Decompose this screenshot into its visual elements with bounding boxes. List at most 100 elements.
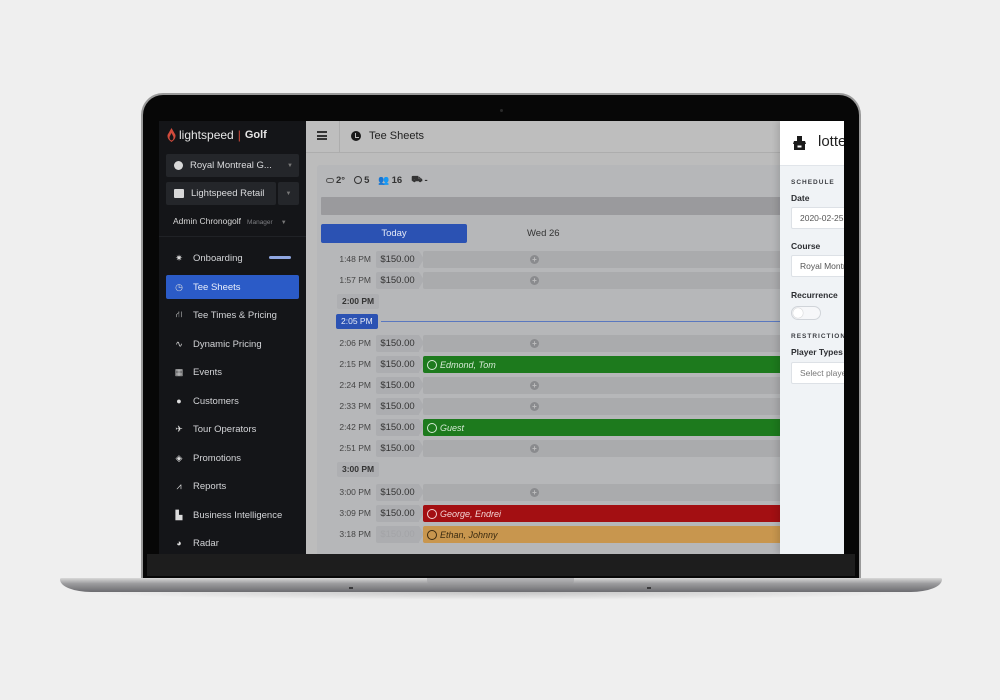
sidebar-item-business-intelligence[interactable]: ▙ Business Intelligence [166, 503, 299, 527]
laptop-notch [427, 578, 574, 586]
booking-status-icon [427, 508, 437, 519]
chevron-down-icon: ▼ [285, 190, 292, 197]
tee-time-price: $150.00 [376, 272, 424, 289]
store-selector-label: Lightspeed Retail [191, 188, 265, 199]
chevron-down-icon: ▼ [280, 220, 287, 226]
tee-time-row[interactable]: 2:33 PM $150.00 + [317, 398, 844, 415]
tab-today[interactable]: Today [321, 224, 467, 243]
current-time-label: 2:05 PM [336, 314, 378, 329]
store-selector[interactable]: Lightspeed Retail [166, 182, 276, 205]
sidebar-item-label: Customers [193, 395, 239, 407]
booking-status-icon [427, 529, 437, 540]
tab-wed-26[interactable]: Wed 26 [527, 228, 560, 239]
tee-time-price: $150.00 [376, 377, 424, 394]
stats-bar: 2° 5 👥 16 ⛟ - [326, 174, 428, 186]
sidebar: lightspeed | Golf Royal Montreal G... ▼ … [159, 121, 306, 554]
logo[interactable]: lightspeed | Golf [167, 128, 267, 142]
user-menu[interactable]: Admin Chronogolf Manager ▼ [173, 216, 287, 226]
players-count: 16 [391, 174, 403, 186]
sidebar-item-dynamic-pricing[interactable]: ∿ Dynamic Pricing [166, 332, 299, 356]
ballot-box-icon [793, 136, 806, 150]
sidebar-item-label: Events [193, 366, 223, 378]
tee-time-row[interactable]: 1:57 PM $150.00 + [317, 272, 844, 289]
tee-time-row[interactable]: 2:24 PM $150.00 + [317, 377, 844, 394]
sidebar-item-promotions[interactable]: ◈ Promotions [166, 446, 299, 470]
hamburger-menu-icon[interactable] [317, 131, 327, 140]
restrictions-heading: RESTRICTIONS [791, 333, 844, 340]
laptop-shadow [70, 592, 932, 600]
booking-name: Guest [440, 422, 465, 433]
pie-icon: ◕ [176, 538, 182, 548]
divider [159, 236, 306, 237]
tee-time-row[interactable]: 3:09 PM $150.00 George, Endrei [317, 505, 844, 522]
tee-time-row[interactable]: 1:48 PM $150.00 + [317, 251, 844, 268]
course-select[interactable]: Royal Montreal Golf Club [791, 255, 844, 277]
store-dropdown-button[interactable]: ▼ [278, 182, 299, 205]
course-selector-label: Royal Montreal G... [190, 160, 272, 171]
filter-bar [321, 197, 844, 215]
clock-icon [351, 131, 361, 141]
course-label: Course [791, 241, 821, 251]
road-icon: ⛙ [175, 309, 183, 319]
onboarding-progress [268, 256, 291, 259]
camera [500, 109, 503, 112]
sparkle-icon: ✷ [175, 252, 183, 263]
tee-time-price: $150.00 [376, 526, 424, 543]
recurrence-label: Recurrence [791, 290, 838, 300]
tee-time: 2:33 PM [339, 401, 371, 411]
tee-time-row[interactable]: 2:15 PM $150.00 Edmond, Tom [317, 356, 844, 373]
add-booking-icon[interactable]: + [530, 255, 539, 264]
sidebar-item-customers[interactable]: ● Customers [166, 389, 299, 413]
hour-label: 2:00 PM [337, 294, 380, 309]
booking-name: Edmond, Tom [440, 359, 496, 370]
players-stat: 👥 16 [378, 175, 402, 186]
tee-time-price: $150.00 [376, 335, 424, 352]
hour-label: 3:00 PM [337, 462, 380, 477]
sidebar-item-label: Promotions [193, 452, 242, 464]
add-booking-icon[interactable]: + [530, 381, 539, 390]
tee-time-row[interactable]: 3:18 PM $150.00 Ethan, Johnny [317, 526, 844, 543]
sidebar-item-label: Tee Times & Pricing [193, 309, 277, 321]
laptop-chin [147, 554, 855, 576]
tee-time-row[interactable]: 2:42 PM $150.00 Guest [317, 419, 844, 436]
sidebar-item-tour-operators[interactable]: ✈ Tour Operators [166, 417, 299, 441]
tee-time-row[interactable]: 2:06 PM $150.00 + [317, 335, 844, 352]
player-types-select[interactable]: Select player types▼ [791, 362, 844, 384]
tee-time-price: $150.00 [376, 251, 424, 268]
add-booking-icon[interactable]: + [530, 488, 539, 497]
rounds-stat: 5 [354, 175, 369, 186]
tee-time: 1:57 PM [339, 275, 371, 285]
lottery-title: lottery [818, 133, 844, 150]
logo-brand: lightspeed [179, 128, 234, 142]
sidebar-item-events[interactable]: ▦ Events [166, 360, 299, 384]
tee-time-row[interactable]: 2:51 PM $150.00 + [317, 440, 844, 457]
tee-time-row[interactable]: 3:00 PM $150.00 + [317, 484, 844, 501]
date-input[interactable]: 2020-02-25 [791, 207, 844, 229]
tee-time: 2:15 PM [339, 359, 371, 369]
add-booking-icon[interactable]: + [530, 276, 539, 285]
recurrence-toggle[interactable] [791, 306, 821, 320]
tee-time: 1:48 PM [339, 254, 371, 264]
tee-time: 3:18 PM [339, 529, 371, 539]
add-booking-icon[interactable]: + [530, 444, 539, 453]
flame-icon [167, 128, 176, 142]
add-booking-icon[interactable]: + [530, 402, 539, 411]
tee-time-price: $150.00 [376, 440, 424, 457]
course-selector[interactable]: Royal Montreal G... ▼ [166, 154, 299, 177]
booking-name: George, Endrei [440, 508, 502, 519]
player-types-placeholder: Select player types [800, 368, 844, 378]
sidebar-item-radar[interactable]: ◕ Radar [166, 531, 299, 554]
page-title: Tee Sheets [369, 130, 425, 142]
tee-time-price: $150.00 [376, 419, 424, 436]
golf-ball-icon [174, 161, 183, 170]
sidebar-item-tee-times-pricing[interactable]: ⛙ Tee Times & Pricing [166, 303, 299, 327]
tag-icon: ◈ [175, 452, 183, 463]
sidebar-item-label: Tour Operators [193, 423, 257, 435]
date-label: Date [791, 193, 810, 203]
sidebar-item-onboarding[interactable]: ✷ Onboarding [166, 246, 299, 270]
sidebar-item-reports[interactable]: ⩘ Reports [166, 474, 299, 498]
chevron-down-icon: ▼ [287, 162, 293, 169]
sidebar-item-tee-sheets[interactable]: ◷ Tee Sheets [166, 275, 299, 299]
carts-stat: ⛟ - [411, 174, 428, 186]
add-booking-icon[interactable]: + [530, 339, 539, 348]
